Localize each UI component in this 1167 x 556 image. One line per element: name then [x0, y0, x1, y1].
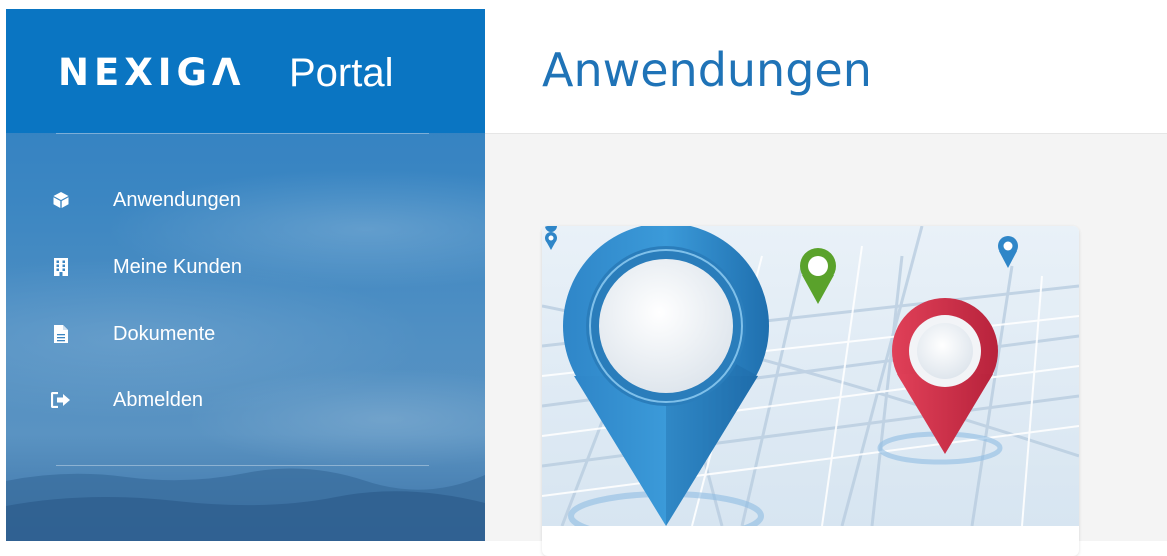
page-title: Anwendungen — [542, 43, 872, 97]
sidebar-divider-top — [56, 133, 429, 134]
sidebar-item-label: Anwendungen — [113, 188, 241, 211]
page-header: Anwendungen — [485, 9, 1167, 134]
application-card[interactable] — [542, 226, 1079, 556]
sidebar-item-abmelden[interactable]: Abmelden — [51, 380, 431, 420]
sidebar-divider-bottom — [56, 465, 429, 466]
nexiga-logo: NEXIGΛ — [58, 51, 246, 94]
sidebar-item-label: Abmelden — [113, 388, 204, 411]
document-icon — [51, 324, 71, 344]
brand-header[interactable]: NEXIGΛ Portal — [6, 9, 485, 133]
sidebar-item-label: Meine Kunden — [113, 255, 242, 278]
building-icon — [51, 257, 71, 277]
cube-icon — [51, 190, 71, 210]
sidebar-item-label: Dokumente — [113, 322, 216, 345]
map-pins-illustration — [542, 226, 1079, 526]
sidebar: NEXIGΛ Portal Anwendungen Meine Kunden D… — [6, 9, 485, 541]
portal-label: Portal — [289, 51, 394, 95]
sign-out-icon — [51, 390, 71, 410]
main-content — [485, 134, 1167, 556]
sidebar-item-meine-kunden[interactable]: Meine Kunden — [51, 247, 431, 287]
sidebar-item-anwendungen[interactable]: Anwendungen — [51, 180, 431, 220]
sidebar-item-dokumente[interactable]: Dokumente — [51, 314, 431, 354]
